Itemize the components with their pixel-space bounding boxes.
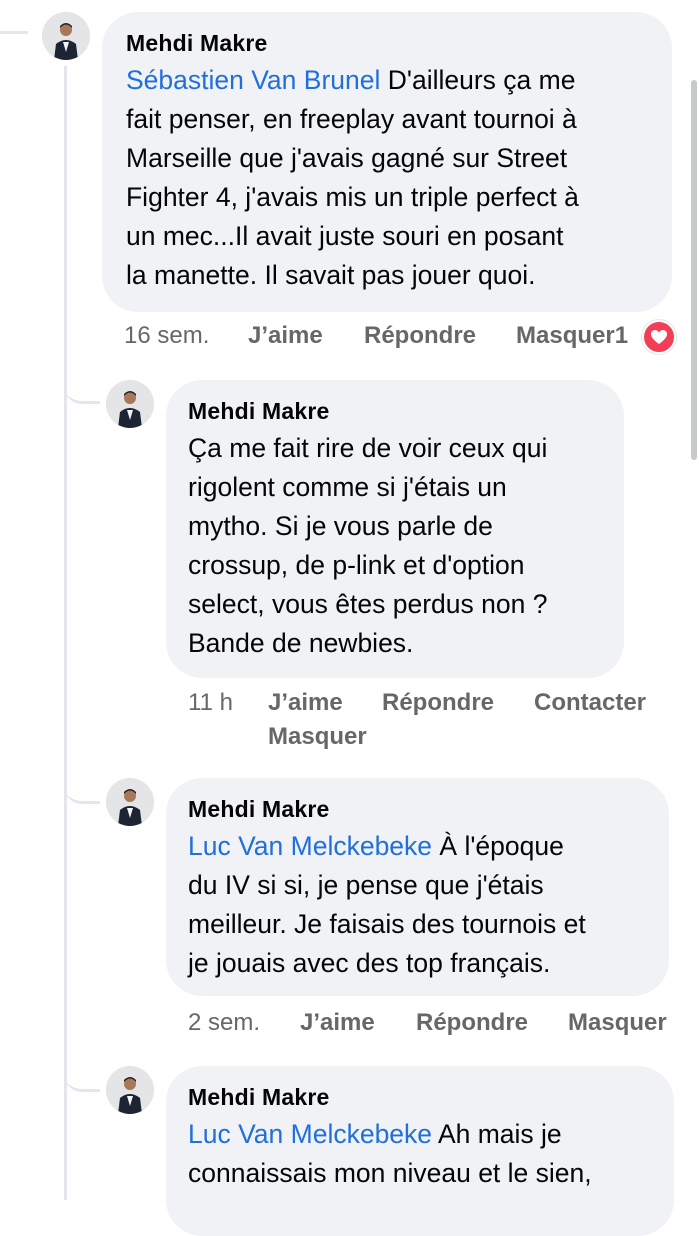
comment-text: Luc Van Melckebeke À l'époque du IV si s…: [188, 827, 647, 983]
hide-button[interactable]: Masquer: [268, 723, 367, 751]
comment-text-line: fait penser, en freeplay avant tournoi à: [126, 104, 577, 134]
hide-button[interactable]: Masquer: [568, 1009, 667, 1037]
avatar[interactable]: [42, 12, 90, 60]
thread-line-main: [64, 66, 67, 1200]
avatar[interactable]: [106, 1066, 154, 1114]
comment-text-line: select, vous êtes perdus non ?: [188, 589, 548, 619]
comment-text: Ça me fait rire de voir ceux qui rigolen…: [188, 429, 602, 663]
profile-photo-icon: [106, 778, 154, 826]
comment-text-line: Marseille que j'avais gagné sur Street: [126, 143, 568, 173]
thread-connector-reply-3: [64, 1058, 100, 1092]
mention-link[interactable]: Luc Van Melckebeke: [188, 1119, 432, 1149]
hide-label: Masquer: [516, 322, 615, 349]
comment-timestamp[interactable]: 11 h: [188, 689, 233, 717]
comment-text-line: la manette. Il savait pas jouer quoi.: [126, 260, 536, 290]
comment-text: Sébastien Van Brunel D'ailleurs ça me fa…: [126, 61, 648, 295]
reply-button[interactable]: Répondre: [382, 689, 494, 717]
hide-button[interactable]: Masquer1: [516, 322, 628, 350]
thread-connector-reply-1: [64, 370, 100, 404]
comment-text-line: je jouais avec des top français.: [188, 948, 551, 978]
comment-text: Luc Van Melckebeke Ah mais je connaissai…: [188, 1115, 652, 1193]
reply-button[interactable]: Répondre: [416, 1009, 528, 1037]
contact-button[interactable]: Contacter: [534, 689, 646, 717]
like-button[interactable]: J’aime: [300, 1009, 375, 1037]
like-button[interactable]: J’aime: [248, 322, 323, 350]
comment-author[interactable]: Mehdi Makre: [188, 796, 647, 823]
comment-timestamp[interactable]: 2 sem.: [188, 1009, 260, 1037]
heart-icon: [651, 330, 667, 344]
reply-button[interactable]: Répondre: [364, 322, 476, 350]
comment-bubble: Mehdi Makre Sébastien Van Brunel D'aille…: [102, 12, 672, 312]
comment-text-line: Ah mais je: [437, 1119, 562, 1149]
like-button[interactable]: J’aime: [268, 689, 343, 717]
comment-text-line: D'ailleurs ça me: [387, 65, 576, 95]
thread-connector-top: [0, 0, 28, 34]
comment-author[interactable]: Mehdi Makre: [126, 30, 648, 57]
avatar[interactable]: [106, 380, 154, 428]
comment-text-line: mytho. Si je vous parle de: [188, 511, 493, 541]
comment-text-line: du IV si si, je pense que j'étais: [188, 870, 544, 900]
comment-bubble: Mehdi Makre Luc Van Melckebeke À l'époqu…: [166, 778, 669, 996]
thread-connector-reply-2: [64, 770, 100, 804]
comment-bubble: Mehdi Makre Luc Van Melckebeke Ah mais j…: [166, 1066, 674, 1236]
mention-link[interactable]: Luc Van Melckebeke: [188, 831, 432, 861]
comment-author[interactable]: Mehdi Makre: [188, 398, 602, 425]
comment-bubble: Mehdi Makre Ça me fait rire de voir ceux…: [166, 380, 624, 678]
profile-photo-icon: [42, 12, 90, 60]
comment-actions: 16 sem. J’aime Répondre Masquer1: [124, 322, 684, 352]
comment-text-line: un mec...Il avait juste souri en posant: [126, 221, 564, 251]
comment-actions: 2 sem. J’aime Répondre Masquer: [188, 1009, 688, 1039]
mention-link[interactable]: Sébastien Van Brunel: [126, 65, 380, 95]
comment-text-line: Ça me fait rire de voir ceux qui: [188, 433, 548, 463]
comment-timestamp[interactable]: 16 sem.: [124, 322, 209, 350]
love-reaction-icon[interactable]: [642, 320, 676, 354]
comment-text-line: meilleur. Je faisais des tournois et: [188, 909, 586, 939]
avatar[interactable]: [106, 778, 154, 826]
comment-actions: 11 h J’aime Répondre Contacter Masquer: [188, 689, 688, 759]
comment-text-line: Bande de newbies.: [188, 628, 414, 658]
comment-text-line: crossup, de p-link et d'option: [188, 550, 525, 580]
comment-text-line: connaissais mon niveau et le sien,: [188, 1158, 592, 1188]
comment-text-line: Fighter 4, j'avais mis un triple perfect…: [126, 182, 579, 212]
comment-text-line: rigolent comme si j'étais un: [188, 472, 507, 502]
comment-text-line: À l'époque: [439, 831, 564, 861]
reaction-count: 1: [614, 322, 629, 349]
comment-author[interactable]: Mehdi Makre: [188, 1084, 652, 1111]
profile-photo-icon: [106, 1066, 154, 1114]
scrollbar[interactable]: [691, 80, 697, 460]
profile-photo-icon: [106, 380, 154, 428]
